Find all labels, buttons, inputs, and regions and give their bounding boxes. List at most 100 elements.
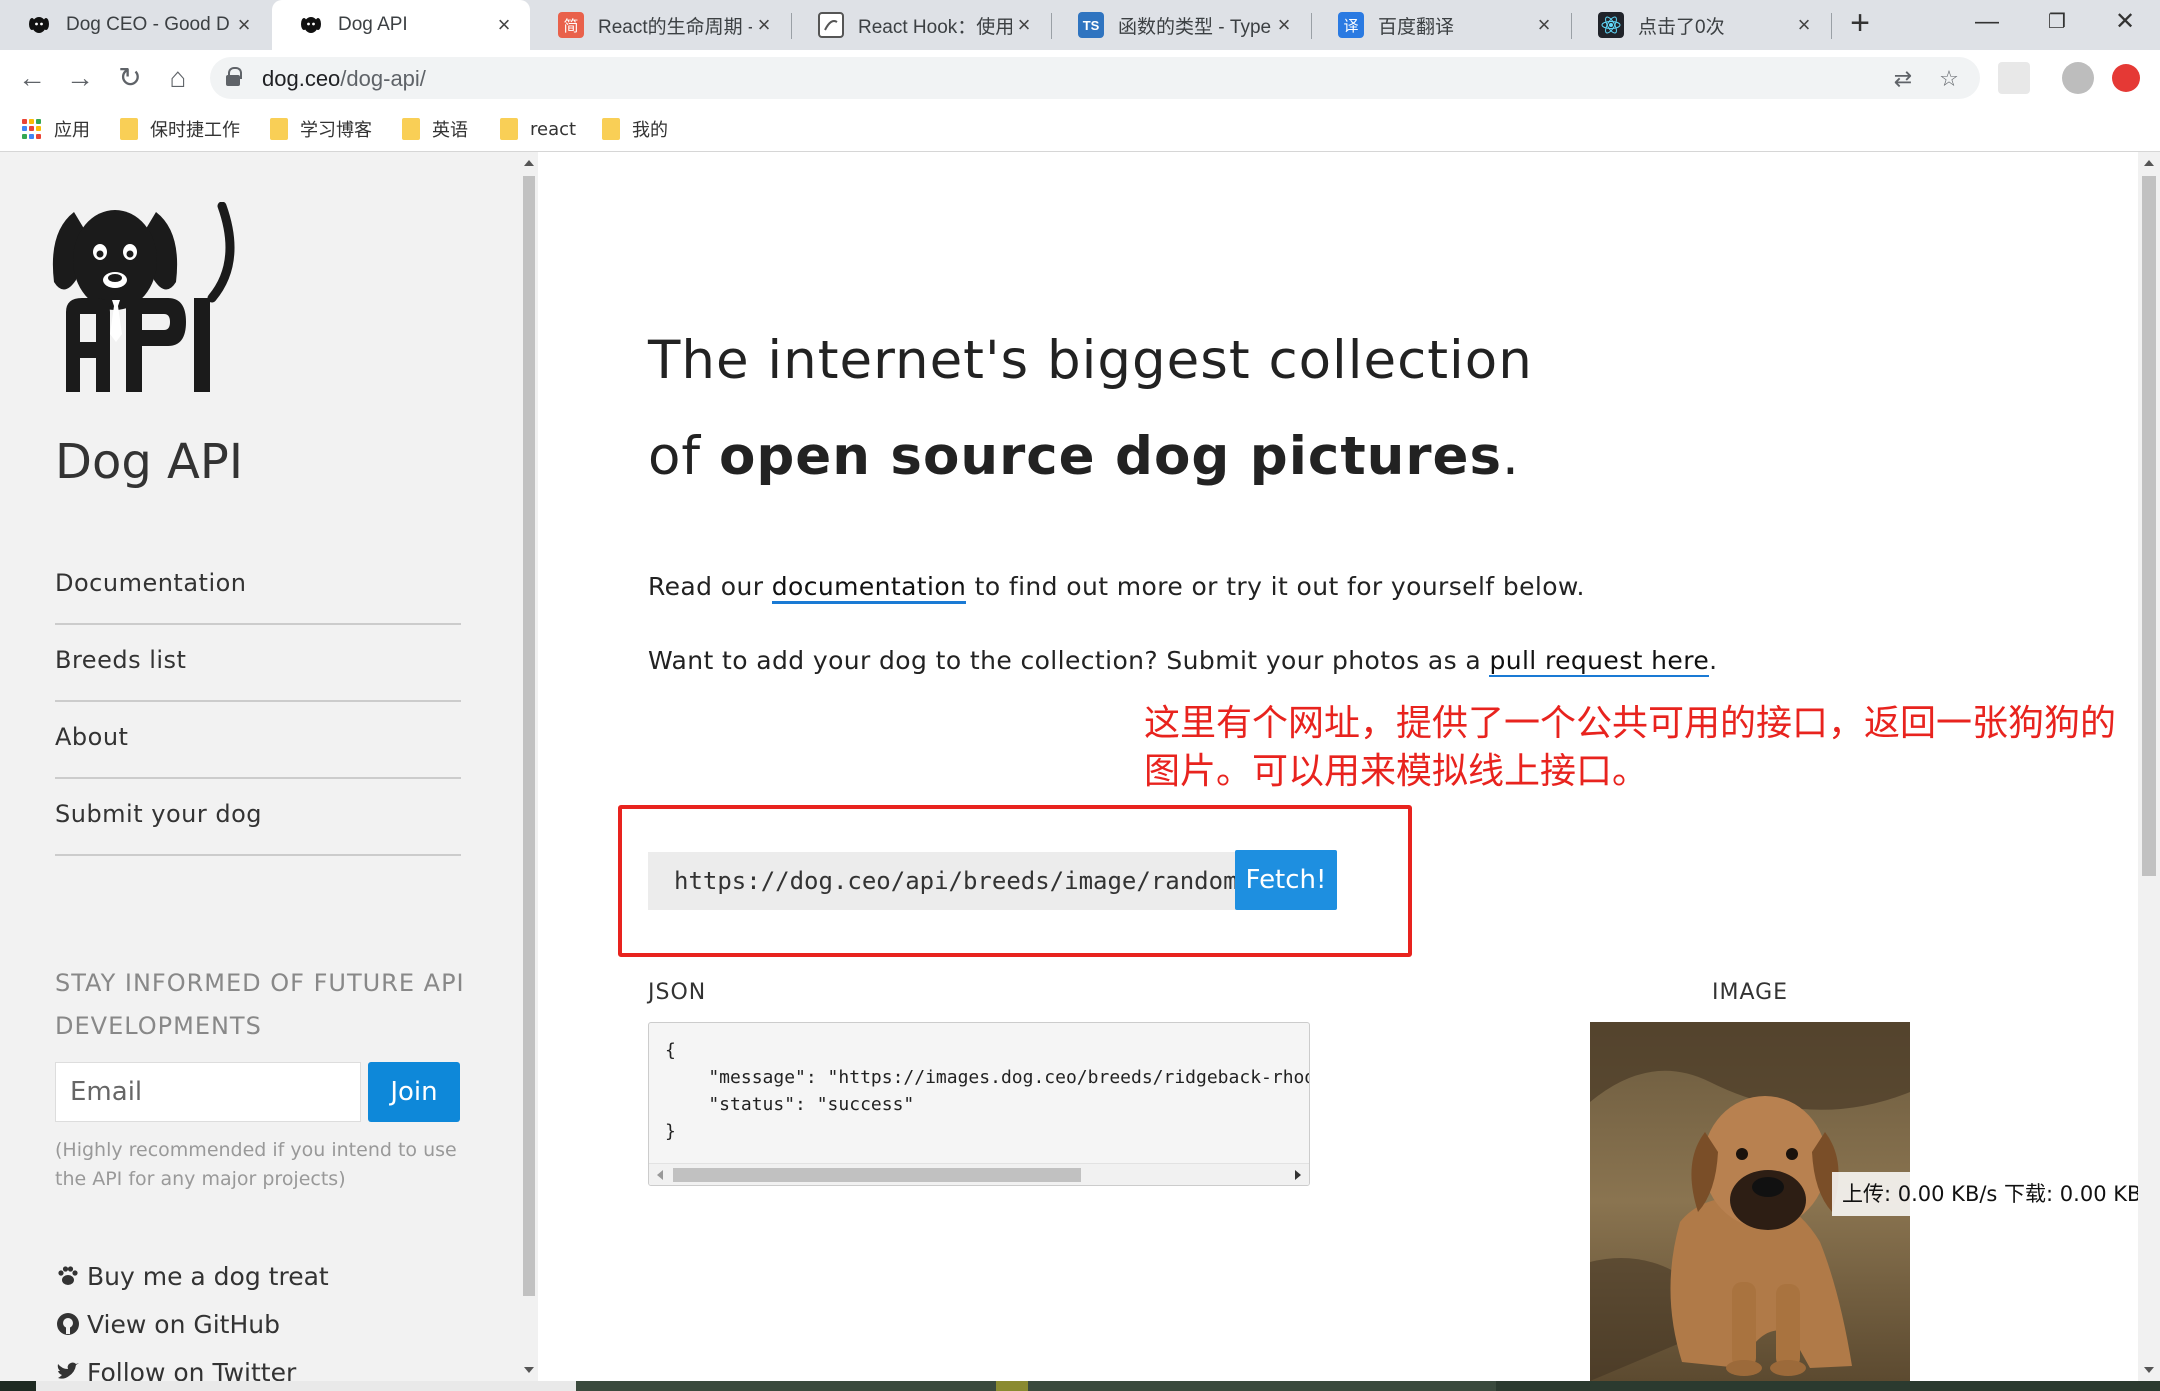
lock-icon (226, 67, 242, 86)
reload-button[interactable]: ↻ (112, 60, 148, 96)
nav-documentation[interactable]: Documentation (55, 548, 461, 625)
scroll-down-icon[interactable] (2144, 1367, 2154, 1373)
documentation-link[interactable]: documentation (771, 572, 967, 604)
join-button[interactable]: Join (368, 1062, 460, 1122)
paw-icon (58, 1266, 78, 1285)
tab-close-icon[interactable]: × (1532, 12, 1556, 38)
scroll-up-icon[interactable] (2144, 160, 2154, 166)
tab-dog-ceo[interactable]: Dog CEO - Good D × (0, 0, 270, 50)
nav-about[interactable]: About (55, 702, 461, 779)
fetch-button[interactable]: Fetch! (1235, 850, 1337, 910)
extension-icon[interactable] (1998, 62, 2030, 94)
tab-title: Dog CEO - Good D (66, 14, 230, 35)
bookmark-star-icon[interactable]: ☆ (1936, 66, 1962, 92)
buy-dog-treat-link[interactable]: Buy me a dog treat (55, 1252, 329, 1300)
tab-close-icon[interactable]: × (752, 12, 776, 38)
tab-dog-api[interactable]: Dog API × (272, 0, 530, 50)
follow-on-twitter-link[interactable]: Follow on Twitter (55, 1348, 329, 1381)
tab-title: React的生命周期 - 简 (598, 16, 752, 38)
tab-typescript[interactable]: TS 函数的类型 - TypeS × (1052, 0, 1310, 50)
address-url[interactable]: dog.ceo/dog-api/ (262, 66, 426, 92)
newsletter-note: (Highly recommended if you intend to use… (55, 1139, 457, 1190)
scrollbar-thumb[interactable] (523, 176, 535, 1296)
translate-icon: 译 (1338, 12, 1364, 38)
home-button[interactable]: ⌂ (160, 60, 196, 96)
view-on-github-link[interactable]: View on GitHub (55, 1300, 329, 1348)
main-content: The internet's biggest collection of ope… (538, 152, 2159, 1381)
nav-breeds-list[interactable]: Breeds list (55, 625, 461, 702)
bookmark-folder[interactable]: 英语 (402, 116, 468, 142)
tab-close-icon[interactable]: × (1012, 12, 1036, 38)
tab-react-hook[interactable]: React Hook：使用 × (792, 0, 1050, 50)
json-label: JSON (648, 980, 707, 1005)
page-viewport: Dog API Documentation Breeds list About … (0, 152, 2160, 1381)
jianshu-icon: 简 (558, 12, 584, 38)
close-window-button[interactable]: ✕ (2090, 0, 2160, 46)
tab-title: 点击了0次 (1638, 16, 1725, 38)
tab-strip: Dog CEO - Good D × Dog API × 简 React的生命周… (0, 0, 2160, 50)
scrollbar-thumb[interactable] (673, 1168, 1081, 1182)
sidebar-links: Buy me a dog treat View on GitHub Follow… (55, 1252, 329, 1381)
address-bar[interactable]: dog.ceo/dog-api/ ⇄ ☆ (210, 57, 1980, 99)
newsletter-heading: STAY INFORMED OF FUTURE API DEVELOPMENTS (55, 969, 465, 1040)
bookmarks-bar: 应用 保时捷工作 学习博客 英语 react 我的 (0, 106, 2160, 152)
folder-icon (500, 118, 518, 140)
update-menu-icon[interactable] (2112, 64, 2140, 92)
scroll-right-icon[interactable] (1295, 1170, 1301, 1180)
page-scrollbar[interactable] (2138, 152, 2160, 1381)
tab-baidu-translate[interactable]: 译 百度翻译 × (1312, 0, 1570, 50)
dog-favicon-icon (298, 12, 324, 38)
scroll-up-icon[interactable] (524, 160, 534, 166)
dog-api-logo (52, 202, 235, 392)
dog-favicon-icon (26, 12, 52, 38)
apps-grid-icon (22, 119, 42, 139)
scrollbar-thumb[interactable] (2142, 176, 2156, 876)
hero-heading-line1: The internet's biggest collection (648, 330, 1533, 391)
bookmark-folder[interactable]: 保时捷工作 (120, 116, 240, 142)
new-tab-button[interactable]: + (1842, 6, 1878, 42)
folder-icon (602, 118, 620, 140)
forward-button[interactable]: → (62, 60, 98, 96)
tab-title: React Hook：使用 (858, 16, 1012, 38)
blog-icon (818, 12, 844, 38)
folder-icon (120, 118, 138, 140)
nav-submit-your-dog[interactable]: Submit your dog (55, 779, 461, 856)
browser-toolbar: ← → ↻ ⌂ dog.ceo/dog-api/ ⇄ ☆ (0, 50, 2160, 106)
sidebar: Dog API Documentation Breeds list About … (0, 152, 520, 1381)
github-icon (57, 1313, 79, 1335)
restore-button[interactable]: ❐ (2022, 0, 2092, 46)
translate-page-icon[interactable]: ⇄ (1890, 66, 1916, 92)
bookmark-folder[interactable]: react (500, 116, 576, 142)
tab-click-counter[interactable]: 点击了0次 × (1572, 0, 1830, 50)
os-taskbar (0, 1381, 2160, 1391)
email-field[interactable] (55, 1062, 361, 1122)
scroll-left-icon[interactable] (657, 1170, 663, 1180)
tab-title: 百度翻译 (1378, 16, 1455, 38)
twitter-icon (57, 1362, 79, 1379)
bookmark-folder[interactable]: 学习博客 (270, 116, 372, 142)
network-speed-overlay: 上传: 0.00 KB/s 下载: 0.00 KB/s (1832, 1172, 2159, 1216)
pull-request-link[interactable]: pull request here (1489, 646, 1710, 677)
tab-close-icon[interactable]: × (1272, 12, 1296, 38)
tab-title: Dog API (338, 14, 408, 35)
sidebar-nav: Documentation Breeds list About Submit y… (55, 548, 461, 856)
folder-icon (270, 118, 288, 140)
profile-avatar-icon[interactable] (2062, 62, 2094, 94)
bookmark-apps[interactable]: 应用 (22, 116, 90, 142)
typescript-icon: TS (1078, 12, 1104, 38)
minimize-button[interactable]: — (1952, 0, 2022, 46)
tab-react-lifecycle[interactable]: 简 React的生命周期 - 简 × (532, 0, 790, 50)
json-horizontal-scrollbar[interactable] (649, 1163, 1309, 1185)
json-output: { "message": "https://images.dog.ceo/bre… (648, 1022, 1310, 1186)
bookmark-folder[interactable]: 我的 (602, 116, 668, 142)
api-url-display: https://dog.ceo/api/breeds/image/random (648, 852, 1236, 910)
react-icon (1598, 12, 1624, 38)
tab-close-icon[interactable]: × (1792, 12, 1816, 38)
sidebar-scrollbar[interactable] (520, 152, 538, 1381)
folder-icon (402, 118, 420, 140)
tab-close-icon[interactable]: × (232, 12, 256, 38)
back-button[interactable]: ← (14, 60, 50, 96)
intro-paragraph: Read our documentation to find out more … (648, 572, 1585, 604)
scroll-down-icon[interactable] (524, 1367, 534, 1373)
tab-close-icon[interactable]: × (492, 12, 516, 38)
